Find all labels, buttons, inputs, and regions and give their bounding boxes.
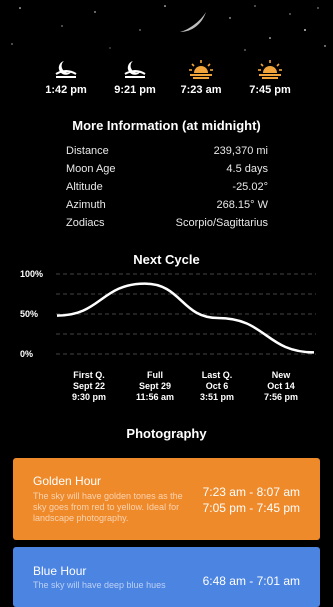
rise-set-events: 1:42 pm 9:21 pm 7:23 am [0, 58, 333, 98]
moonset-icon [122, 58, 148, 80]
golden-hour-evening: 7:05 pm - 7:45 pm [203, 500, 300, 516]
y-tick-label: 50% [20, 309, 38, 319]
phase-time: 9:30 pm [54, 392, 124, 403]
info-value: 239,370 mi [214, 142, 268, 160]
moon-phases: First Q. Sept 22 9:30 pm Full Sept 29 11… [0, 370, 333, 410]
sunset-time: 7:45 pm [235, 84, 305, 96]
moonrise-time: 1:42 pm [31, 84, 101, 96]
y-tick-label: 100% [20, 269, 43, 279]
phase-name: New [246, 370, 316, 381]
phase-time: 3:51 pm [182, 392, 252, 403]
golden-hour-card[interactable]: Golden Hour The sky will have golden ton… [13, 458, 320, 540]
phase-last-quarter: Last Q. Oct 6 3:51 pm [182, 370, 252, 403]
phase-date: Sept 29 [120, 381, 190, 392]
info-row-moon-age: Moon Age 4.5 days [66, 160, 268, 178]
info-value: 4.5 days [226, 160, 268, 178]
info-row-zodiacs: Zodiacs Scorpio/Sagittarius [66, 214, 268, 232]
phase-date: Oct 6 [182, 381, 252, 392]
moonset-event: 9:21 pm [100, 58, 170, 96]
info-value: Scorpio/Sagittarius [176, 214, 268, 232]
blue-hour-morning: 6:48 am - 7:01 am [203, 573, 300, 589]
phase-time: 11:56 am [120, 392, 190, 403]
moonrise-icon [53, 58, 79, 80]
blue-hour-title: Blue Hour [33, 564, 86, 578]
phase-full: Full Sept 29 11:56 am [120, 370, 190, 403]
blue-hour-card[interactable]: Blue Hour The sky will have deep blue hu… [13, 547, 320, 607]
info-row-altitude: Altitude -25.02° [66, 178, 268, 196]
info-row-azimuth: Azimuth 268.15° W [66, 196, 268, 214]
info-value: 268.15° W [217, 196, 268, 214]
photography-title: Photography [0, 426, 333, 441]
golden-hour-morning: 7:23 am - 8:07 am [203, 484, 300, 500]
moon-cycle-chart: 100% 50% 0% [0, 264, 333, 374]
golden-hour-times: 7:23 am - 8:07 am 7:05 pm - 7:45 pm [203, 484, 300, 516]
phase-name: Full [120, 370, 190, 381]
phase-date: Sept 22 [54, 381, 124, 392]
sunrise-icon [188, 58, 214, 80]
info-label: Altitude [66, 178, 103, 196]
golden-hour-description: The sky will have golden tones as the sk… [33, 491, 191, 524]
phase-name: First Q. [54, 370, 124, 381]
sunrise-time: 7:23 am [166, 84, 236, 96]
sunset-event: 7:45 pm [235, 58, 305, 96]
phase-time: 7:56 pm [246, 392, 316, 403]
info-value: -25.02° [232, 178, 268, 196]
info-label: Moon Age [66, 160, 116, 178]
more-info-title: More Information (at midnight) [0, 118, 333, 133]
golden-hour-title: Golden Hour [33, 474, 101, 488]
phase-name: Last Q. [182, 370, 252, 381]
sunset-icon [257, 58, 283, 80]
phase-first-quarter: First Q. Sept 22 9:30 pm [54, 370, 124, 403]
blue-hour-description: The sky will have deep blue hues [33, 580, 191, 591]
phase-new: New Oct 14 7:56 pm [246, 370, 316, 403]
y-tick-label: 0% [20, 349, 33, 359]
blue-hour-times: 6:48 am - 7:01 am [203, 573, 300, 589]
starry-sky [0, 0, 333, 60]
info-label: Zodiacs [66, 214, 105, 232]
info-row-distance: Distance 239,370 mi [66, 142, 268, 160]
info-label: Azimuth [66, 196, 106, 214]
more-info-table: Distance 239,370 mi Moon Age 4.5 days Al… [66, 142, 268, 232]
phase-date: Oct 14 [246, 381, 316, 392]
sunrise-event: 7:23 am [166, 58, 236, 96]
info-label: Distance [66, 142, 109, 160]
moonset-time: 9:21 pm [100, 84, 170, 96]
moonrise-event: 1:42 pm [31, 58, 101, 96]
moon-icon [178, 10, 208, 34]
